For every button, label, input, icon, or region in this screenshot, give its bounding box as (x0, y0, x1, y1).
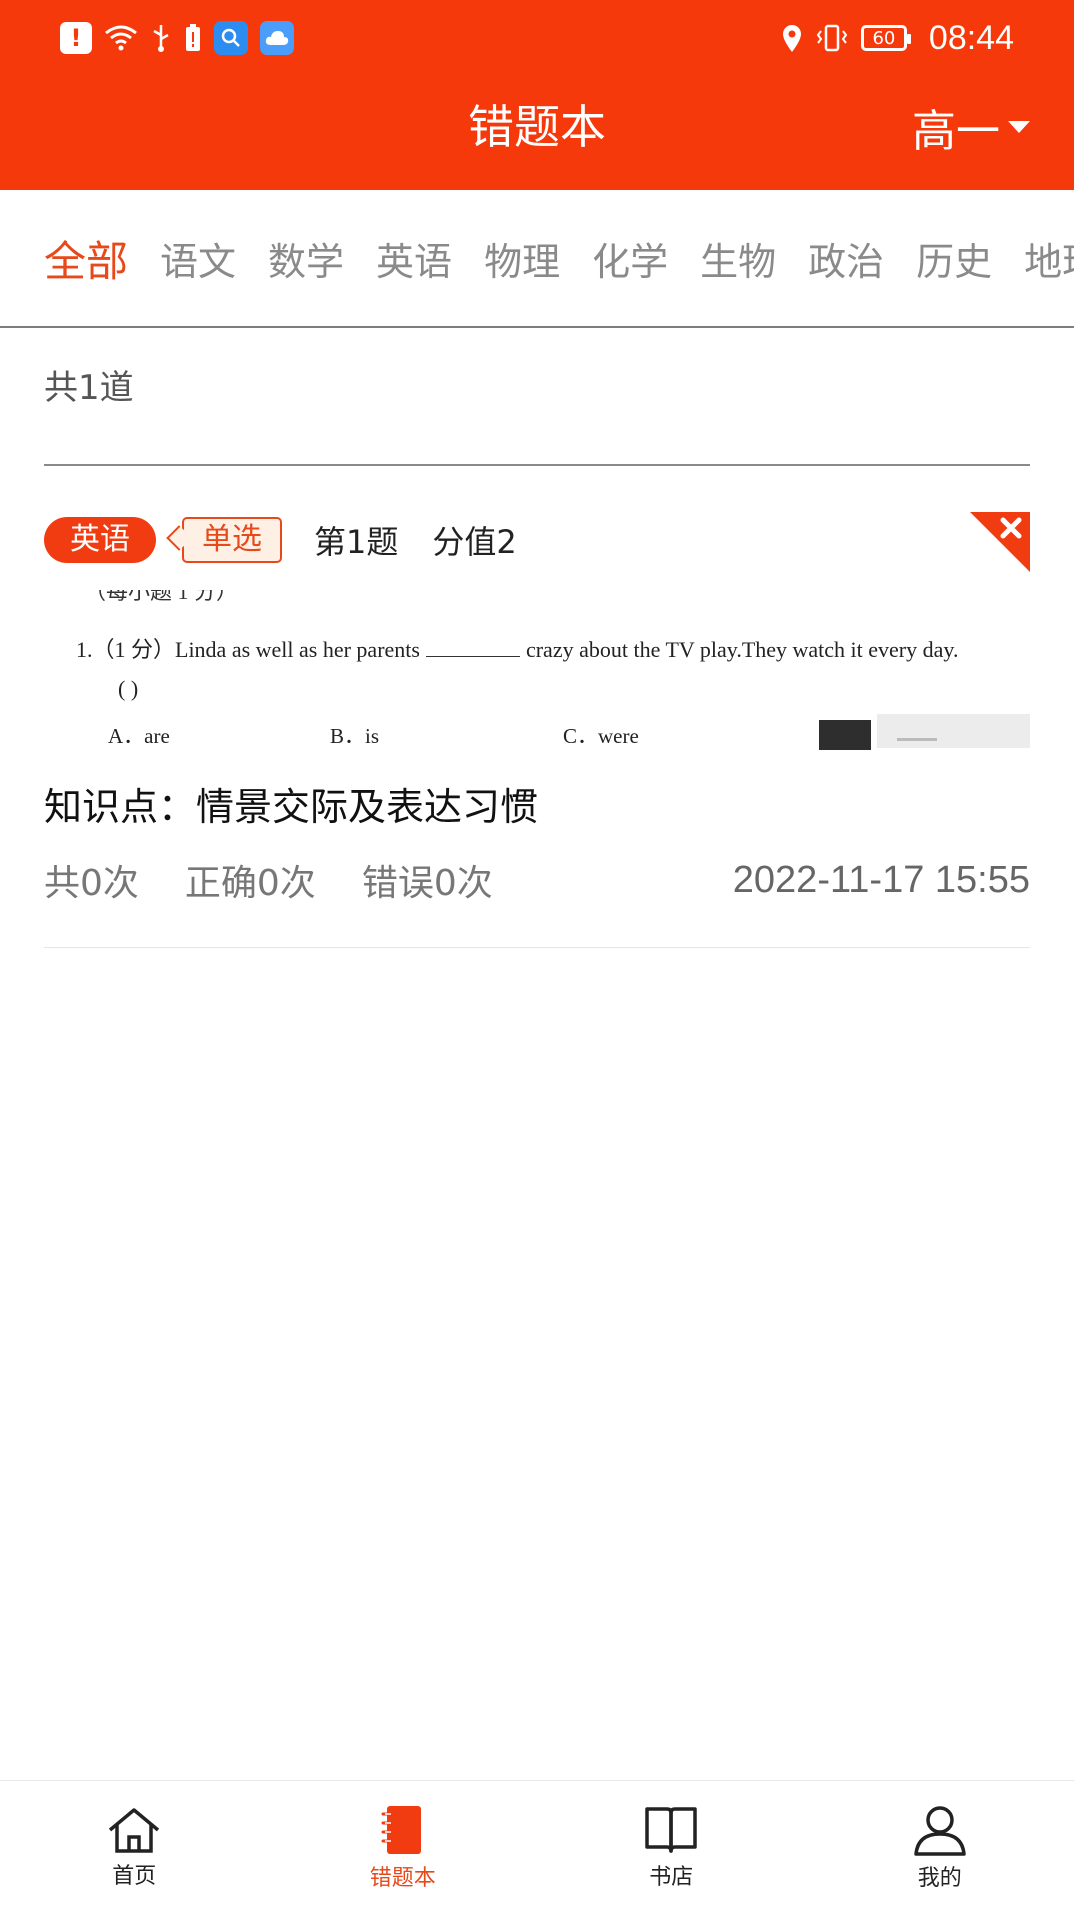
nav-profile[interactable]: 我的 (806, 1781, 1074, 1914)
status-bar-right: 60 08:44 (781, 16, 1014, 60)
question-count: 共1道 (44, 368, 134, 408)
tab-math[interactable]: 数学 (268, 231, 344, 286)
answer-blank (425, 638, 520, 657)
book-icon (645, 1807, 697, 1853)
subject-badge: 英语 (44, 517, 156, 563)
nav-bookstore-label: 书店 (649, 1865, 694, 1890)
tab-geography[interactable]: 地理 (1024, 231, 1074, 286)
app-root: ! 60 08:44 错题本 高一 全部 语文 数学 英语 物理 化学 生物 政… (0, 0, 1074, 1914)
subject-tabs: 全部 语文 数学 英语 物理 化学 生物 政治 历史 地理 (0, 190, 1074, 328)
record-date: 2022-11-17 15:55 (732, 858, 1030, 901)
image-fragment-light (877, 714, 1030, 748)
question-stem-start: 1.（1 分）Linda as well as her parents (76, 637, 420, 662)
bottom-nav: 首页 错题本 书店 我的 (0, 1780, 1074, 1914)
tab-chemistry[interactable]: 化学 (592, 231, 668, 286)
divider (44, 464, 1030, 466)
battery-indicator: 60 (860, 25, 911, 51)
stat-correct: 正确0次 (184, 863, 316, 904)
nav-home-label: 首页 (112, 1864, 157, 1889)
question-score: 分值2 (432, 523, 517, 561)
usb-icon (150, 23, 172, 53)
tab-politics[interactable]: 政治 (808, 231, 884, 286)
chevron-down-icon (1008, 121, 1030, 133)
nav-bookstore[interactable]: 书店 (537, 1781, 806, 1914)
question-stats: 共0次 正确0次 错误0次 2022-11-17 15:55 (44, 852, 1030, 908)
top-bar: ! 60 08:44 错题本 高一 (0, 0, 1074, 190)
alert-icon: ! (60, 22, 92, 54)
battery-warning-icon (184, 23, 202, 53)
image-fragment-dark (819, 720, 871, 750)
close-icon (970, 512, 1030, 572)
nav-mistakes[interactable]: 错题本 (269, 1781, 538, 1914)
question-stem: 1.（1 分）Linda as well as her parents crazy… (76, 632, 958, 664)
question-type-tag: 单选 (166, 517, 282, 563)
nav-profile-label: 我的 (917, 1866, 962, 1891)
tab-biology[interactable]: 生物 (700, 231, 776, 286)
delete-corner-button[interactable] (970, 512, 1030, 572)
option-c: C．were (563, 724, 639, 748)
grade-label: 高一 (912, 106, 1000, 157)
search-app-icon (214, 21, 248, 55)
option-a: A．are (108, 724, 170, 748)
knowledge-point: 知识点：情景交际及表达习惯 (44, 785, 539, 829)
tab-all[interactable]: 全部 (44, 228, 128, 289)
question-type-label: 单选 (182, 517, 282, 563)
question-number: 第1题 (314, 523, 399, 561)
question-header: 英语 单选 第1题 分值2 (44, 512, 517, 568)
vibrate-icon (815, 23, 849, 53)
tab-english[interactable]: 英语 (376, 231, 452, 286)
nav-mistakes-label: 错题本 (369, 1866, 436, 1891)
wifi-icon (104, 24, 138, 52)
question-image[interactable]: （每小题 1 分） 1.（1 分）Linda as well as her pa… (44, 590, 1030, 750)
tab-chinese[interactable]: 语文 (160, 231, 236, 286)
answer-parentheses: ( ) (118, 676, 139, 701)
divider (44, 947, 1030, 948)
home-icon (109, 1808, 160, 1853)
location-icon (781, 23, 803, 53)
question-image-header: （每小题 1 分） (84, 590, 239, 604)
grade-selector[interactable]: 高一 (912, 92, 1030, 162)
status-bar-left: ! (60, 18, 294, 58)
nav-home[interactable]: 首页 (0, 1781, 269, 1914)
stat-wrong: 错误0次 (361, 863, 493, 904)
option-b: B．is (330, 724, 380, 748)
tab-physics[interactable]: 物理 (484, 231, 560, 286)
notebook-icon (381, 1806, 421, 1854)
question-stem-end: crazy about the TV play.They watch it ev… (525, 637, 959, 662)
cloud-app-icon (260, 21, 294, 55)
stat-total: 共0次 (44, 863, 139, 904)
status-time: 08:44 (928, 18, 1014, 57)
tab-history[interactable]: 历史 (916, 231, 992, 286)
user-icon (914, 1806, 966, 1856)
